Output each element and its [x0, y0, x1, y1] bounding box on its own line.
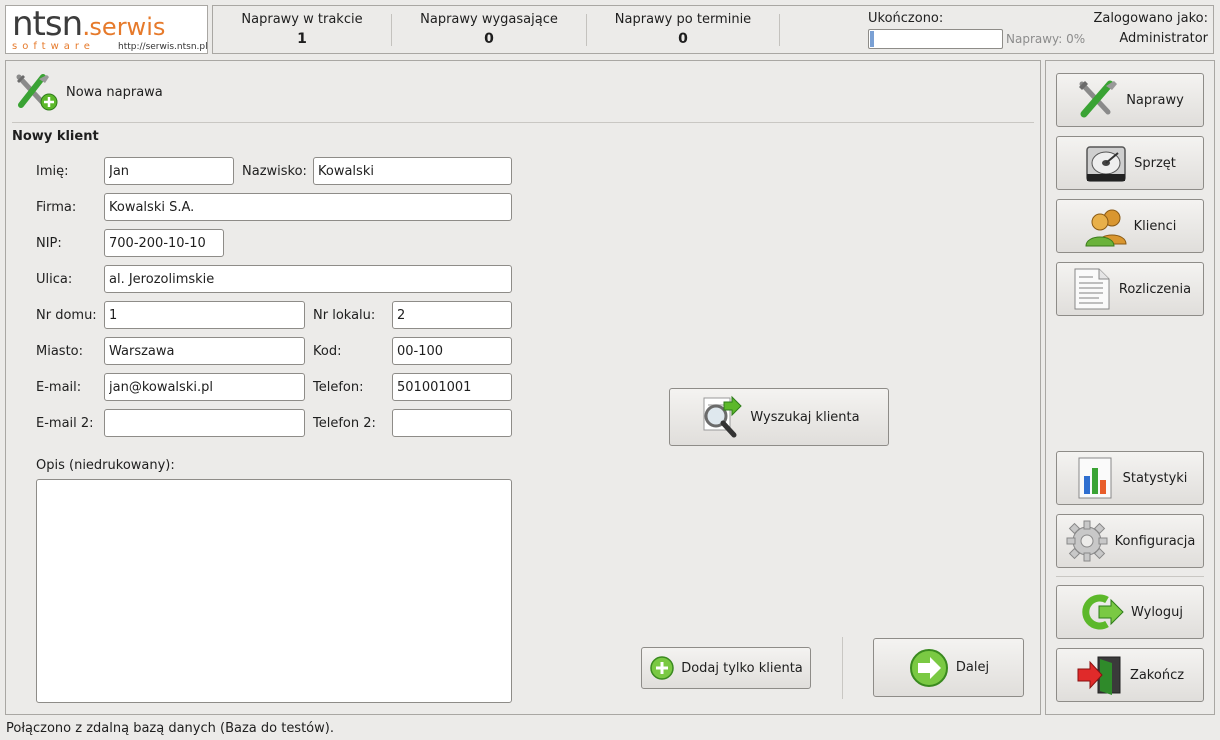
house-number-input[interactable] [104, 301, 305, 329]
phone-input[interactable] [392, 373, 512, 401]
divider [1056, 576, 1204, 577]
sidebar-item-label: Konfiguracja [1114, 533, 1196, 549]
sidebar-item-clients[interactable]: Klienci [1056, 199, 1204, 253]
progress-bar [868, 29, 1003, 49]
city-input[interactable] [104, 337, 305, 365]
stat-in-progress: Naprawy w trakcie 1 [241, 12, 363, 47]
first-name-input[interactable] [104, 157, 234, 185]
first-name-label: Imię: [36, 164, 69, 179]
login-label: Zalogowano jako: [1093, 11, 1208, 26]
email-input[interactable] [104, 373, 305, 401]
hard-drive-icon [1086, 146, 1126, 182]
login-user: Administrator [1119, 31, 1208, 46]
logo-tagline: software [12, 41, 95, 52]
description-textarea[interactable] [36, 479, 512, 703]
sidebar-item-logout[interactable]: Wyloguj [1056, 585, 1204, 639]
apartment-number-input[interactable] [392, 301, 512, 329]
last-name-input[interactable] [313, 157, 512, 185]
sidebar-item-equipment[interactable]: Sprzęt [1056, 136, 1204, 190]
header-stats: Naprawy w trakcie 1 Naprawy wygasające 0… [212, 5, 1214, 54]
sidebar-item-label: Wyloguj [1131, 604, 1183, 620]
arrow-right-icon [909, 648, 948, 687]
divider [12, 122, 1034, 123]
logo-url: http://serwis.ntsn.pl [118, 42, 208, 52]
stat-overdue: Naprawy po terminie 0 [614, 12, 752, 47]
main-panel: Nowa naprawa Nowy klient Imię: Nazwisko:… [5, 60, 1041, 715]
street-label: Ulica: [36, 272, 73, 287]
company-label: Firma: [36, 200, 77, 215]
last-name-label: Nazwisko: [242, 164, 307, 179]
sidebar-item-label: Rozliczenia [1118, 281, 1192, 297]
search-client-button[interactable]: Wyszukaj klienta [669, 388, 889, 446]
add-client-label: Dodaj tylko klienta [681, 660, 803, 676]
next-label: Dalej [955, 660, 990, 675]
sidebar-item-label: Statystyki [1122, 470, 1188, 486]
logout-icon [1082, 594, 1124, 630]
page-title: Nowa naprawa [66, 85, 163, 100]
users-icon [1085, 209, 1127, 247]
tools-icon [1079, 80, 1118, 118]
exit-icon [1077, 656, 1121, 695]
postal-code-label: Kod: [313, 344, 342, 359]
sidebar-item-billing[interactable]: Rozliczenia [1056, 262, 1204, 316]
stat-expiring: Naprawy wygasające 0 [420, 12, 558, 47]
phone-label: Telefon: [313, 380, 364, 395]
progress-label: Ukończono: [868, 11, 944, 26]
sidebar-item-label: Naprawy [1126, 92, 1184, 108]
sidebar-item-label: Klienci [1133, 218, 1177, 234]
new-repair-icon [13, 73, 61, 117]
divider [842, 637, 843, 699]
sidebar-item-label: Zakończ [1129, 667, 1185, 683]
search-client-label: Wyszukaj klienta [750, 409, 860, 425]
company-input[interactable] [104, 193, 512, 221]
app-logo: ntsn.serwis software http://serwis.ntsn.… [5, 5, 208, 54]
nip-label: NIP: [36, 236, 62, 251]
email2-label: E-mail 2: [36, 416, 94, 431]
logo-wordmark: ntsn.serwis [12, 4, 166, 44]
email-label: E-mail: [36, 380, 82, 395]
phone2-label: Telefon 2: [313, 416, 376, 431]
nip-input[interactable] [104, 229, 224, 257]
street-input[interactable] [104, 265, 512, 293]
email2-input[interactable] [104, 409, 305, 437]
progress-fill [870, 31, 874, 47]
sidebar-item-configuration[interactable]: Konfiguracja [1056, 514, 1204, 568]
phone2-input[interactable] [392, 409, 512, 437]
add-client-button[interactable]: Dodaj tylko klienta [641, 647, 811, 689]
add-icon [650, 656, 674, 680]
house-number-label: Nr domu: [36, 308, 97, 323]
sidebar-item-label: Sprzęt [1134, 155, 1176, 171]
sidebar-item-statistics[interactable]: Statystyki [1056, 451, 1204, 505]
progress-text: Naprawy: 0% [1006, 32, 1086, 46]
city-label: Miasto: [36, 344, 83, 359]
apartment-number-label: Nr lokalu: [313, 308, 376, 323]
status-bar: Połączono z zdalną bazą danych (Baza do … [6, 721, 334, 736]
postal-code-input[interactable] [392, 337, 512, 365]
section-title: Nowy klient [12, 129, 99, 144]
document-icon [1074, 268, 1110, 310]
sidebar-item-repairs[interactable]: Naprawy [1056, 73, 1204, 127]
chart-icon [1078, 457, 1112, 499]
description-label: Opis (niedrukowany): [36, 458, 175, 473]
sidebar-item-exit[interactable]: Zakończ [1056, 648, 1204, 702]
next-button[interactable]: Dalej [873, 638, 1024, 697]
divider [779, 14, 780, 46]
gear-icon [1066, 520, 1108, 562]
search-icon [703, 395, 743, 438]
sidebar: Naprawy Sprzęt Klienci Rozliczenia Staty… [1045, 60, 1215, 715]
